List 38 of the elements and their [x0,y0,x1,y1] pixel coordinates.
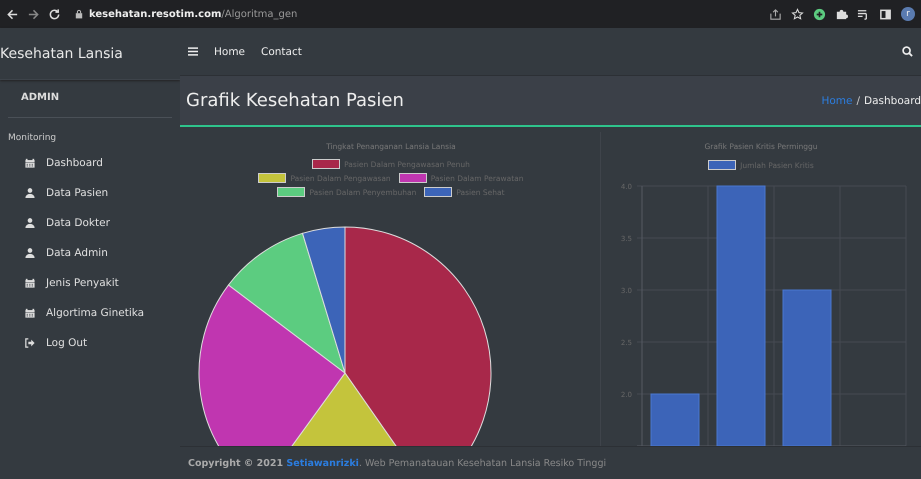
user-icon [25,248,35,258]
sidebar-item[interactable]: Algortima Ginetika [0,298,180,328]
bar [650,394,700,446]
calendar-icon [25,278,35,288]
sidebar-item[interactable]: Dashboard [0,148,180,178]
reload-icon[interactable] [48,8,61,20]
profile-avatar[interactable]: r [901,7,915,21]
copyright-text: Copyright © 2021 Setiawanrizki. Web Pemanatauan Kesehatan Lansia Resiko Tinggi [188,458,606,468]
breadcrumb-current: Dashboard [864,94,921,106]
sidebar-item[interactable]: Data Admin [0,238,180,268]
nav-link[interactable]: Home [214,46,246,58]
playlist-icon[interactable] [857,8,870,20]
star-icon[interactable] [791,8,804,20]
breadcrumb-separator: / [856,94,860,106]
search-icon[interactable] [902,46,913,57]
user-icon [25,218,35,228]
calendar-icon [25,308,35,318]
page-title: Grafik Kesehatan Pasien [186,90,404,111]
menu-icon[interactable] [188,47,198,56]
brand-title[interactable]: Kesehatan Lansia [0,46,123,62]
section-label: Monitoring [7,132,58,145]
logout-icon [25,338,35,348]
lock-icon [75,9,83,19]
forward-icon[interactable] [27,8,40,20]
puzzle-icon[interactable] [835,8,848,20]
back-icon[interactable] [6,8,19,20]
calendar-icon [25,158,35,168]
sidebar-item[interactable]: Log Out [0,328,180,358]
user-name: ADMIN [8,80,172,118]
sidebar-item[interactable]: Data Dokter [0,208,180,238]
user-icon [25,188,35,198]
side-panel-icon[interactable] [879,8,892,20]
nav-link[interactable]: Contact [261,46,302,58]
url-text: kesehatan.resotim.com/Algoritma_gen [89,8,298,20]
plus-circle-icon[interactable] [813,8,826,20]
share-icon[interactable] [769,8,782,20]
sidebar-item[interactable]: Data Pasien [0,178,180,208]
sidebar-item[interactable]: Jenis Penyakit [0,268,180,298]
